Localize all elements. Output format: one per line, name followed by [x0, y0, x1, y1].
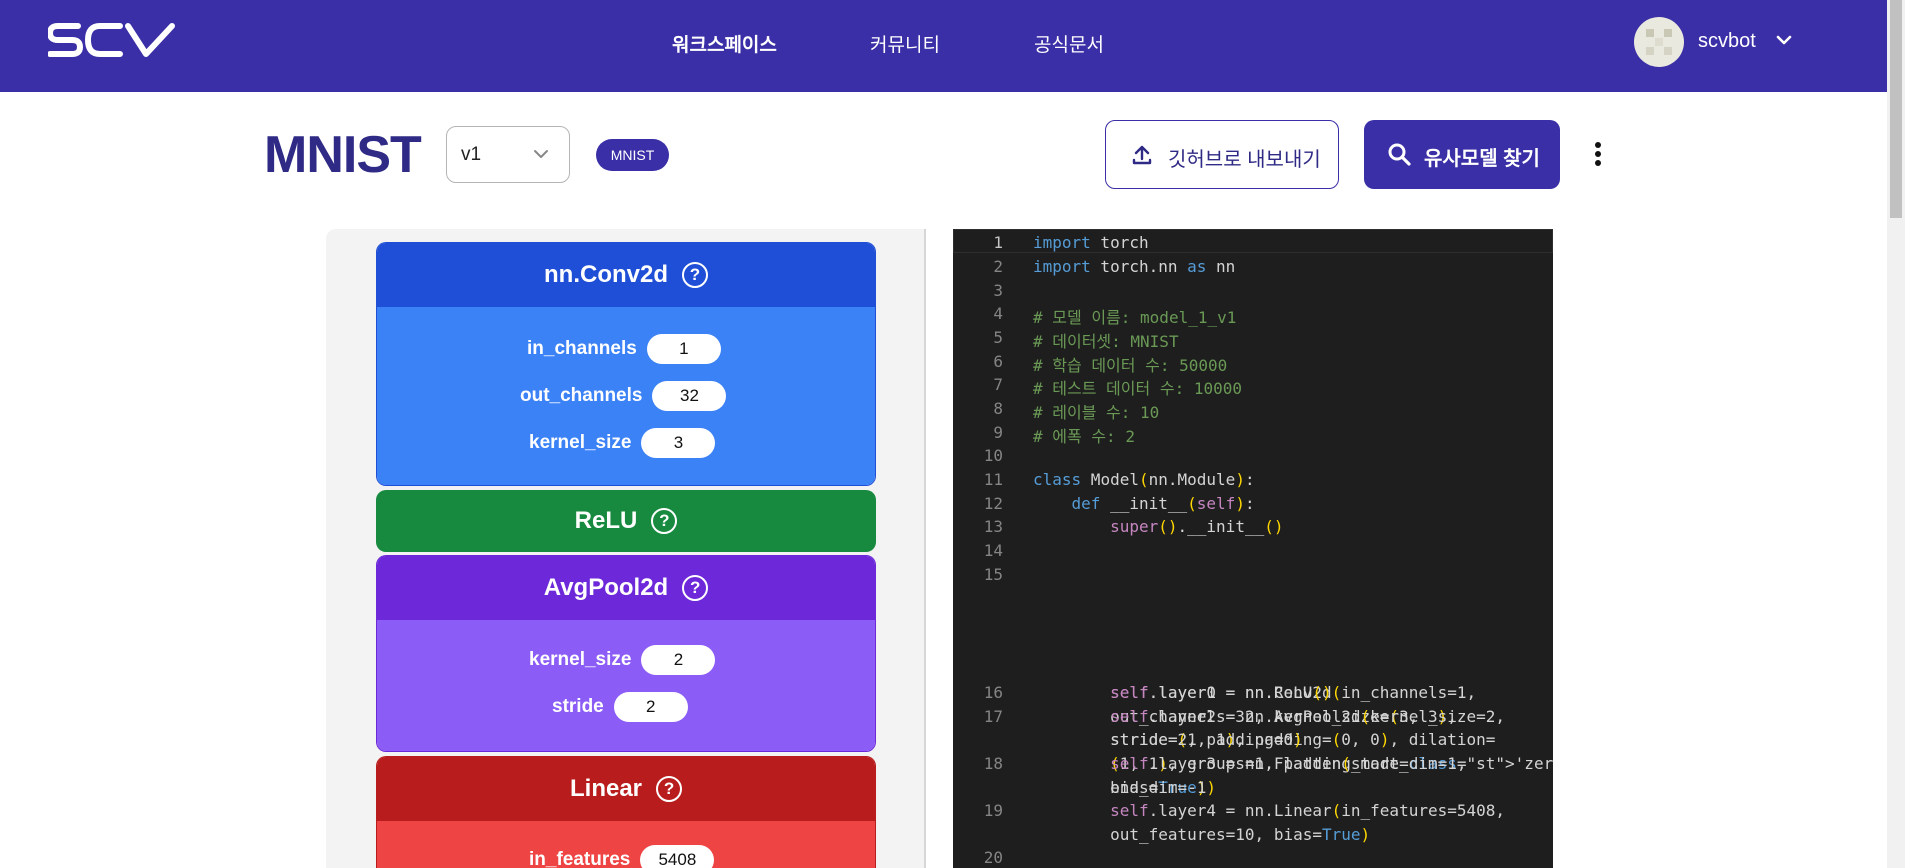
dataset-badge: MNIST: [596, 139, 669, 171]
avatar[interactable]: [1634, 17, 1684, 67]
line-number: 17: [983, 707, 1003, 726]
layer-title: nn.Conv2d: [544, 261, 668, 288]
code-line: super().__init__(): [1110, 517, 1284, 536]
param-row: kernel_size 2: [529, 644, 716, 676]
layer-title: AvgPool2d: [543, 574, 669, 601]
line-number: 8: [993, 399, 1003, 418]
version-value: v1: [461, 144, 482, 165]
layer-header: AvgPool2d ?: [377, 556, 875, 620]
line-number: 3: [993, 281, 1003, 300]
code-line: self.layer3 = nn.Flatten(start_dim=1,: [1110, 754, 1467, 773]
scv-logo[interactable]: [46, 22, 176, 63]
more-menu-icon[interactable]: [1590, 142, 1606, 168]
param-label: out_channels: [520, 385, 643, 406]
param-row: kernel_size 3: [529, 427, 716, 459]
help-icon[interactable]: ?: [651, 508, 678, 534]
line-number: 10: [983, 446, 1003, 465]
code-line: out_features=10, bias=True): [1033, 825, 1371, 844]
username[interactable]: scvbot: [1698, 30, 1756, 53]
code-line: import torch.nn as nn: [1033, 257, 1236, 276]
help-icon[interactable]: ?: [656, 776, 683, 802]
export-github-button[interactable]: 깃허브로 내보내기: [1105, 120, 1339, 189]
param-input[interactable]: 2: [641, 645, 716, 675]
line-number: 14: [983, 541, 1003, 560]
param-input[interactable]: 2: [613, 692, 688, 722]
line-number: 4: [993, 304, 1003, 323]
code-line: # 테스트 데이터 수: 10000: [1033, 379, 1243, 398]
layer-header: ReLU ?: [376, 490, 876, 552]
param-input[interactable]: 3: [641, 428, 716, 458]
code-editor[interactable]: 1 2 3 4 5 6 7 8 9 10 11 12 13 14 15 16 1…: [953, 229, 1553, 868]
param-input[interactable]: 32: [652, 381, 727, 411]
param-label: in_features: [529, 849, 631, 868]
code-line: # 레이블 수: 10: [1033, 403, 1160, 422]
line-number: 19: [983, 801, 1003, 820]
layer-title: ReLU: [574, 507, 638, 534]
line-number: 12: [983, 494, 1003, 513]
search-icon: [1386, 141, 1412, 173]
param-label: kernel_size: [529, 432, 632, 453]
layer-header: Linear ?: [377, 757, 875, 821]
chevron-down-icon[interactable]: [1776, 34, 1792, 52]
param-label: stride: [552, 696, 604, 717]
param-input[interactable]: 5408: [640, 845, 715, 868]
code-line: # 모델 이름: model_1_v1: [1033, 308, 1237, 327]
find-similar-model-button[interactable]: 유사모델 찾기: [1364, 120, 1560, 189]
line-number: 20: [983, 848, 1003, 867]
line-number: 16: [983, 683, 1003, 702]
line-number: 13: [983, 517, 1003, 536]
code-line: class Model(nn.Module):: [1033, 470, 1255, 489]
param-label: kernel_size: [529, 649, 632, 670]
nav-community[interactable]: 커뮤니티: [870, 30, 940, 57]
line-number: 2: [993, 257, 1003, 276]
code-line: def __init__(self):: [1071, 494, 1255, 513]
param-row: stride 2: [552, 691, 688, 723]
line-number: 15: [983, 565, 1003, 584]
code-line: # 데이터셋: MNIST: [1033, 332, 1179, 351]
code-line: import torch: [1033, 233, 1149, 252]
code-line: stride=2, padding=0): [1033, 730, 1303, 749]
layer-panel: nn.Conv2d ? in_channels 1 out_channels 3…: [326, 229, 926, 868]
top-navbar: 워크스페이스 커뮤니티 공식문서 scvbot: [0, 0, 1887, 92]
line-number: 1: [993, 233, 1003, 252]
code-line: end_dim=-1): [1033, 778, 1217, 797]
layer-card-relu[interactable]: ReLU ?: [376, 490, 876, 552]
export-github-label: 깃허브로 내보내기: [1168, 149, 1321, 171]
upload-icon: [1130, 143, 1154, 173]
line-number: 5: [993, 328, 1003, 347]
version-select[interactable]: v1: [446, 126, 570, 183]
nav-docs[interactable]: 공식문서: [1034, 30, 1104, 57]
code-line: # 학습 데이터 수: 50000: [1033, 356, 1228, 375]
param-input[interactable]: 1: [646, 334, 721, 364]
line-number: 7: [993, 375, 1003, 394]
nav-workspace[interactable]: 워크스페이스: [672, 30, 777, 57]
param-row: out_channels 32: [520, 380, 727, 412]
layer-card-avgpool2d[interactable]: AvgPool2d ? kernel_size 2 stride 2: [376, 555, 876, 752]
layer-card-conv2d[interactable]: nn.Conv2d ? in_channels 1 out_channels 3…: [376, 242, 876, 486]
layer-title: Linear: [569, 775, 643, 802]
code-line: self.layer4 = nn.Linear(in_features=5408…: [1110, 801, 1506, 820]
line-number: 18: [983, 754, 1003, 773]
param-row: in_channels 1: [527, 333, 721, 365]
scrollbar-thumb[interactable]: [1890, 0, 1902, 218]
line-number: 11: [983, 470, 1003, 489]
param-row: in_features 5408: [529, 844, 715, 868]
line-number: 6: [993, 352, 1003, 371]
param-label: in_channels: [527, 338, 637, 359]
layer-header: nn.Conv2d ?: [377, 243, 875, 307]
help-icon[interactable]: ?: [682, 262, 708, 288]
find-similar-model-label: 유사모델 찾기: [1424, 148, 1540, 170]
chevron-down-icon: [533, 148, 549, 166]
page-title: MNIST: [264, 126, 422, 184]
code-line: # 에폭 수: 2: [1033, 427, 1135, 446]
layer-card-linear[interactable]: Linear ? in_features 5408: [376, 756, 876, 868]
line-number: 9: [993, 423, 1003, 442]
code-line: self.layer1 = nn.ReLU(): [1110, 683, 1332, 702]
help-icon[interactable]: ?: [682, 575, 709, 601]
code-line: self.layer2 = nn.AvgPool2d(kernel_size=2…: [1110, 707, 1506, 726]
